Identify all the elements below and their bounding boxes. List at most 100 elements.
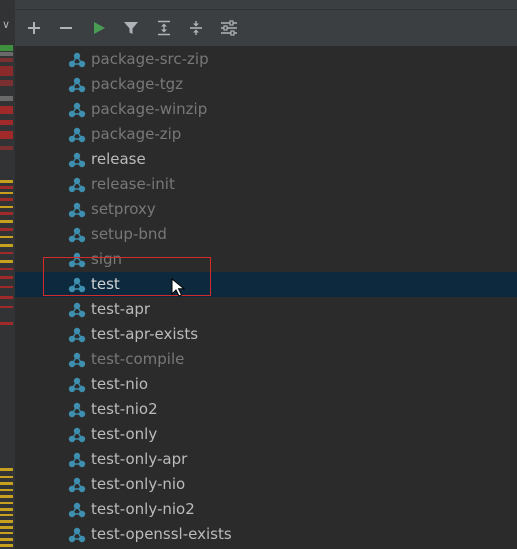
gutter-marker bbox=[0, 146, 13, 150]
tree-item-package-winzip[interactable]: package-winzip bbox=[15, 97, 517, 122]
gutter-marker bbox=[0, 206, 13, 208]
tree-item-label: test-openssl-exists bbox=[91, 525, 232, 543]
add-icon[interactable] bbox=[23, 17, 45, 39]
gutter-marker bbox=[0, 520, 13, 523]
ant-target-icon bbox=[68, 352, 86, 368]
tree-item-test-openssl-exists[interactable]: test-openssl-exists bbox=[15, 522, 517, 547]
tree-item-label: sign bbox=[91, 250, 123, 268]
tree-item-test-compile[interactable]: test-compile bbox=[15, 347, 517, 372]
tree-item-label: setproxy bbox=[91, 200, 156, 218]
tree-item-label: test-only bbox=[91, 425, 158, 443]
tree-item-sign[interactable]: sign bbox=[15, 247, 517, 272]
gutter-marker bbox=[0, 306, 13, 308]
gutter-marker bbox=[0, 96, 13, 101]
ant-target-icon bbox=[68, 227, 86, 243]
tree-item-test-only-nio2[interactable]: test-only-nio2 bbox=[15, 497, 517, 522]
ant-target-icon bbox=[68, 302, 86, 318]
gutter-marker bbox=[0, 544, 13, 547]
gutter-marker bbox=[0, 220, 13, 223]
ant-target-icon bbox=[68, 452, 86, 468]
tree-item-label: test-nio bbox=[91, 375, 149, 393]
tree-item-label: test-apr bbox=[91, 300, 151, 318]
tree-item-release[interactable]: release bbox=[15, 147, 517, 172]
gutter-marker bbox=[0, 502, 13, 504]
tree-item-setup-bnd[interactable]: setup-bnd bbox=[15, 222, 517, 247]
ant-target-icon bbox=[68, 152, 86, 168]
tree-item-package-zip[interactable]: package-zip bbox=[15, 122, 517, 147]
tree-item-setproxy[interactable]: setproxy bbox=[15, 197, 517, 222]
tree-item-release-init[interactable]: release-init bbox=[15, 172, 517, 197]
tree-item-test-apr-exists[interactable]: test-apr-exists bbox=[15, 322, 517, 347]
tree-item-test-only[interactable]: test-only bbox=[15, 422, 517, 447]
gutter-marker bbox=[0, 252, 13, 254]
tool-window-header bbox=[15, 0, 517, 10]
chevron-down-icon[interactable]: ∨ bbox=[2, 19, 12, 30]
expand-all-icon[interactable] bbox=[153, 17, 175, 39]
run-icon[interactable] bbox=[88, 17, 110, 39]
ant-target-icon bbox=[68, 177, 86, 193]
collapse-all-icon[interactable] bbox=[185, 17, 207, 39]
ant-target-icon bbox=[68, 252, 86, 268]
tree-item-label: release-init bbox=[91, 175, 175, 193]
tree-item-package-src-zip[interactable]: package-src-zip bbox=[15, 47, 517, 72]
settings-icon[interactable] bbox=[218, 17, 240, 39]
ant-target-icon bbox=[68, 327, 86, 343]
gutter-marker bbox=[0, 296, 13, 299]
gutter-marker bbox=[0, 198, 13, 201]
gutter-marker bbox=[0, 526, 13, 529]
tree-item-test-nio2[interactable]: test-nio2 bbox=[15, 397, 517, 422]
gutter-marker bbox=[0, 212, 13, 215]
tree-item-test-only-apr[interactable]: test-only-apr bbox=[15, 447, 517, 472]
tree-item-test-only-nio[interactable]: test-only-nio bbox=[15, 472, 517, 497]
gutter-marker bbox=[0, 186, 13, 189]
ant-target-tree[interactable]: package-src-zip package-tgz package-winzip… bbox=[15, 46, 517, 549]
gutter-marker bbox=[0, 236, 13, 238]
ant-target-icon bbox=[68, 127, 86, 143]
tree-item-package-tgz[interactable]: package-tgz bbox=[15, 72, 517, 97]
tree-item-label: package-src-zip bbox=[91, 50, 209, 68]
ant-target-icon bbox=[68, 202, 86, 218]
scroll-map-gutter[interactable]: ∨ bbox=[0, 0, 16, 549]
ant-target-icon bbox=[68, 377, 86, 393]
gutter-marker bbox=[0, 508, 13, 511]
tree-item-test[interactable]: test bbox=[15, 272, 517, 297]
gutter-marker bbox=[0, 131, 13, 139]
tree-item-label: test-only-nio bbox=[91, 475, 186, 493]
gutter-marker bbox=[0, 322, 13, 325]
tree-item-test-apr[interactable]: test-apr bbox=[15, 297, 517, 322]
gutter-marker bbox=[0, 120, 13, 125]
gutter-marker bbox=[0, 468, 13, 471]
gutter-marker bbox=[0, 106, 13, 114]
tree-item-label: test-only-apr bbox=[91, 450, 188, 468]
tree-item-label: test-apr-exists bbox=[91, 325, 199, 343]
filter-icon[interactable] bbox=[120, 17, 142, 39]
gutter-marker bbox=[0, 244, 13, 247]
ant-target-icon bbox=[68, 52, 86, 68]
tree-item-label: package-zip bbox=[91, 125, 182, 143]
tree-item-test-nio[interactable]: test-nio bbox=[15, 372, 517, 397]
ant-target-icon bbox=[68, 502, 86, 518]
gutter-marker bbox=[0, 489, 13, 491]
ant-target-icon bbox=[68, 427, 86, 443]
gutter-marker bbox=[0, 52, 13, 56]
gutter-marker bbox=[0, 286, 13, 288]
tree-item-label: test-only-nio2 bbox=[91, 500, 195, 518]
gutter-marker bbox=[0, 482, 13, 485]
ant-toolbar bbox=[15, 10, 517, 46]
tree-item-label: package-tgz bbox=[91, 75, 184, 93]
gutter-marker bbox=[0, 228, 13, 231]
gutter-marker bbox=[0, 66, 13, 76]
ant-target-icon bbox=[68, 102, 86, 118]
gutter-marker bbox=[0, 192, 13, 194]
tree-item-label: setup-bnd bbox=[91, 225, 167, 243]
remove-icon[interactable] bbox=[55, 17, 77, 39]
gutter-marker bbox=[0, 260, 13, 263]
gutter-marker bbox=[0, 538, 13, 541]
tree-item-label: test bbox=[91, 275, 120, 293]
tree-item-label: release bbox=[91, 150, 146, 168]
gutter-marker bbox=[0, 495, 13, 498]
gutter-marker bbox=[0, 268, 13, 270]
gutter-marker bbox=[0, 80, 13, 86]
gutter-marker bbox=[0, 45, 13, 51]
tree-item-label: package-winzip bbox=[91, 100, 208, 118]
